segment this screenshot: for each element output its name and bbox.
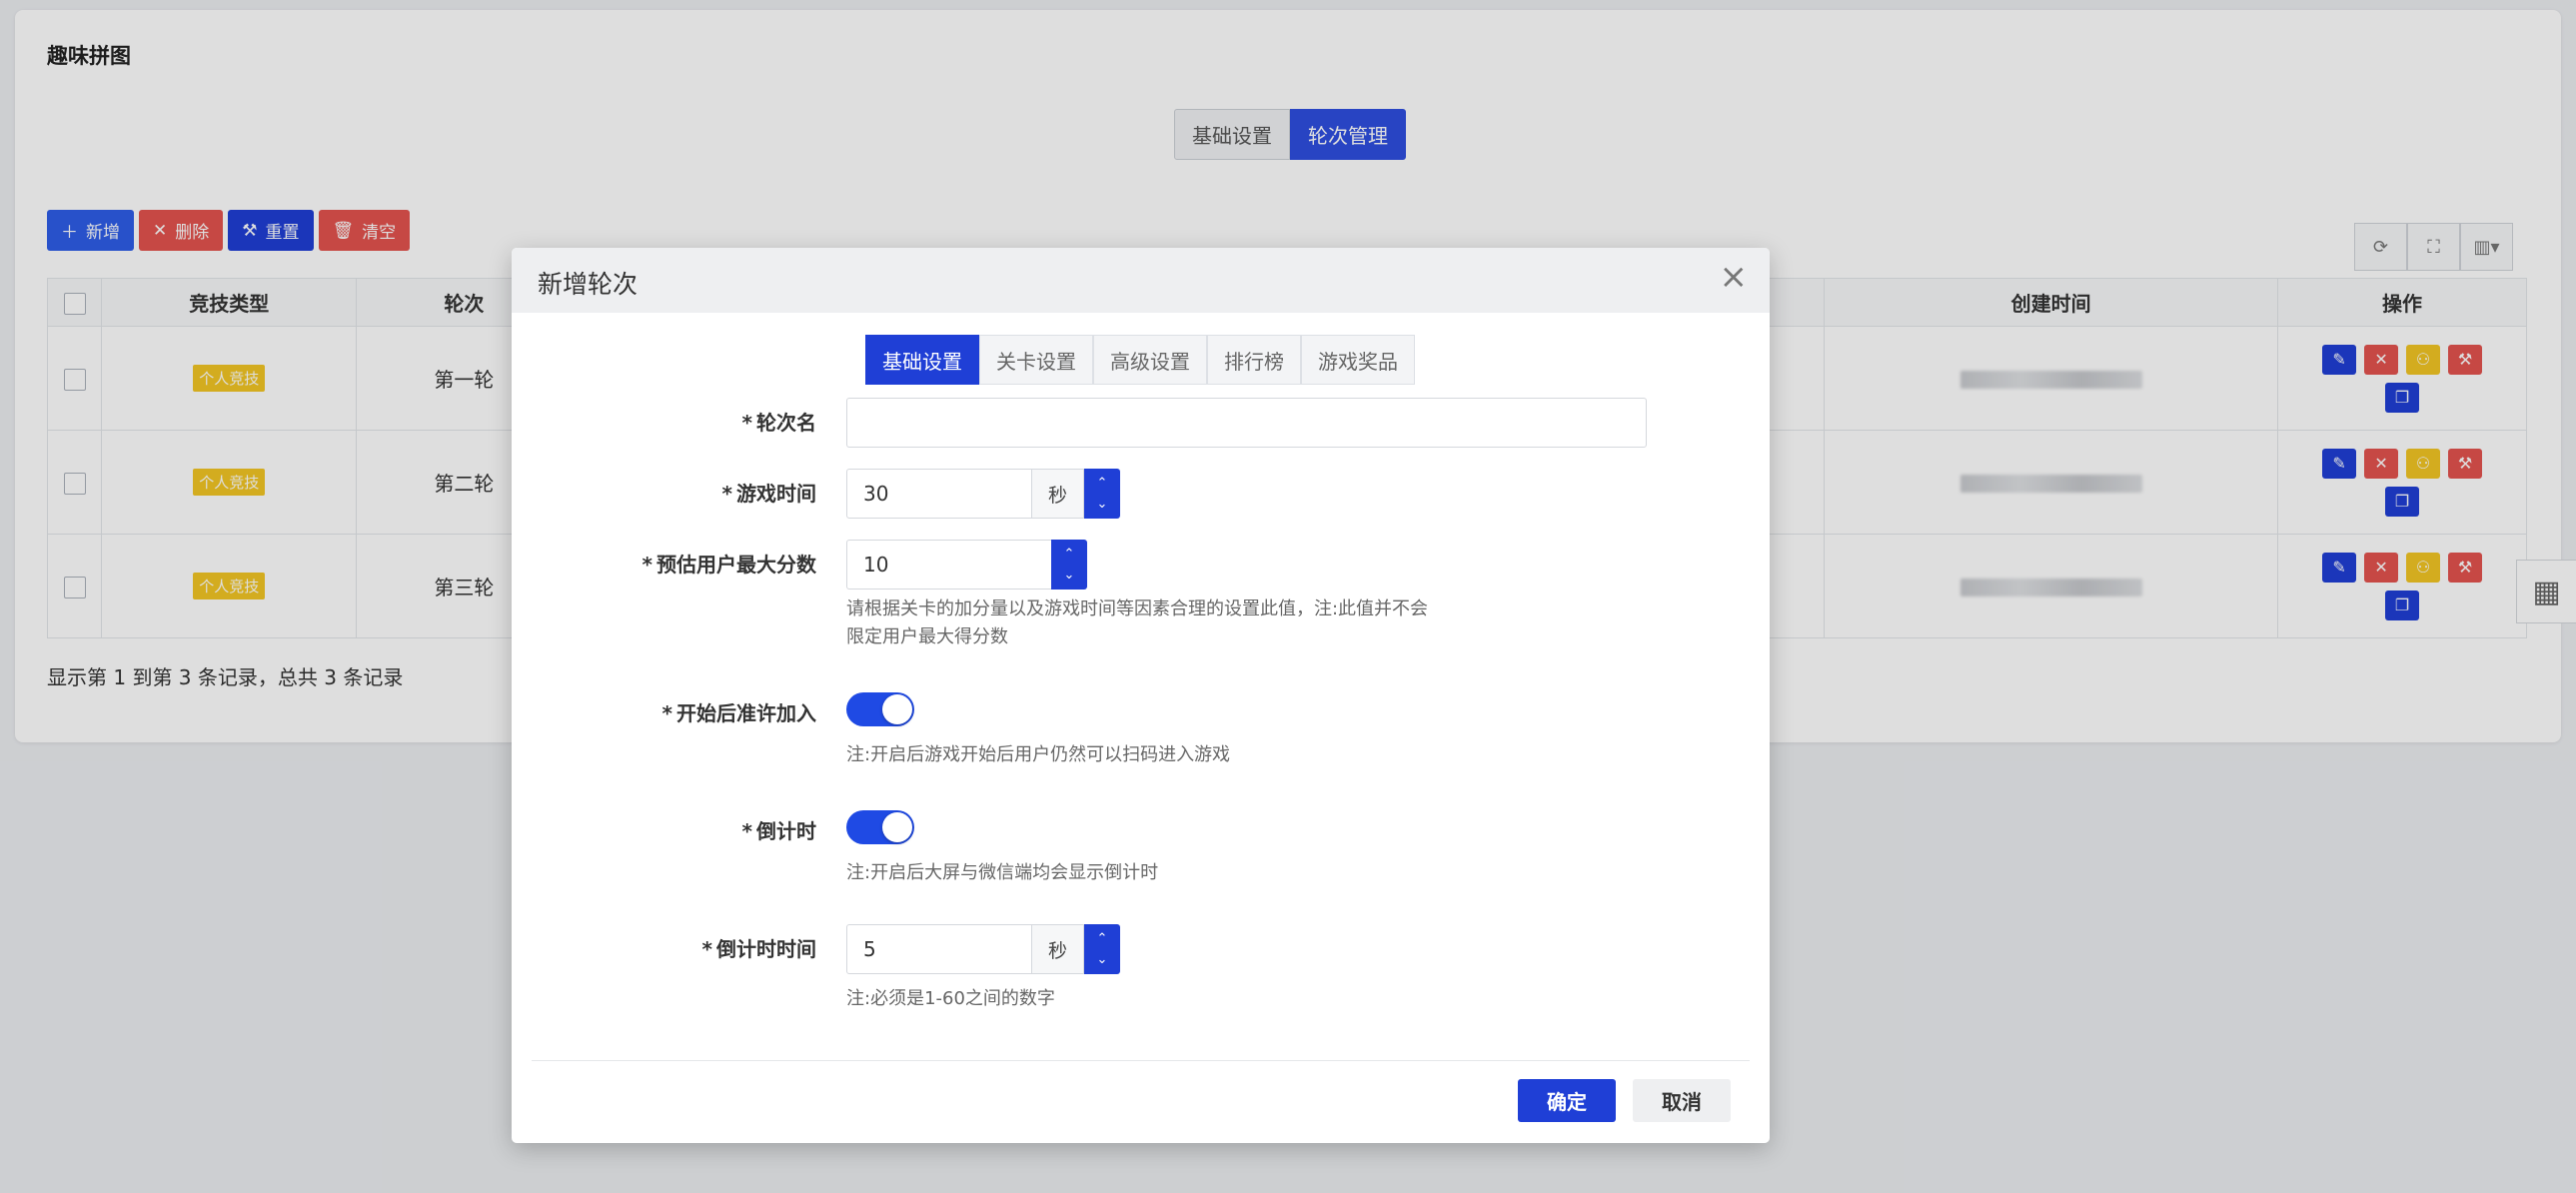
countdown-time-unit: 秒 (1031, 924, 1084, 974)
round-name-label: * 轮次名 (741, 411, 816, 435)
max-score-hint: 请根据关卡的加分量以及游戏时间等因素合理的设置此值，注:此值并不会限定用户最大得… (846, 598, 1429, 647)
countdown-label-text: 倒计时 (756, 819, 816, 843)
countdown-time-stepper[interactable]: ⌃ ⌄ (1084, 924, 1120, 974)
countdown-time-label: * 倒计时时间 (701, 937, 816, 961)
add-round-modal: 新增轮次 × 基础设置 关卡设置 高级设置 排行榜 游戏奖品 * 轮次名 * 游戏时… (512, 248, 1770, 1143)
cancel-button[interactable]: 取消 (1633, 1079, 1731, 1122)
countdown-hint: 注:开启后大屏与微信端均会显示倒计时 (846, 862, 1159, 883)
toggle-knob (882, 812, 912, 842)
tab-basic[interactable]: 基础设置 (865, 335, 979, 385)
modal-tabs: 基础设置 关卡设置 高级设置 排行榜 游戏奖品 (865, 335, 1415, 385)
tab-advanced[interactable]: 高级设置 (1093, 335, 1207, 385)
game-time-unit: 秒 (1031, 469, 1084, 519)
countdown-time-input[interactable]: 5 (846, 924, 1032, 974)
round-name-input[interactable] (846, 398, 1647, 448)
countdown-time-label-text: 倒计时时间 (716, 937, 816, 961)
game-time-stepper[interactable]: ⌃ ⌄ (1084, 469, 1120, 519)
chevron-down-icon[interactable]: ⌄ (1097, 497, 1108, 512)
game-time-label-text: 游戏时间 (736, 482, 816, 506)
footer-divider (532, 1060, 1750, 1061)
toggle-knob (882, 694, 912, 724)
countdown-toggle[interactable] (846, 810, 914, 844)
allow-join-hint: 注:开启后游戏开始后用户仍然可以扫码进入游戏 (846, 744, 1231, 765)
chevron-up-icon[interactable]: ⌃ (1097, 476, 1108, 491)
close-icon[interactable]: × (1720, 260, 1749, 294)
game-time-label: * 游戏时间 (721, 482, 816, 506)
confirm-button[interactable]: 确定 (1518, 1079, 1616, 1122)
round-name-label-text: 轮次名 (756, 411, 816, 435)
max-score-stepper[interactable]: ⌃ ⌄ (1051, 540, 1087, 590)
tab-prizes[interactable]: 游戏奖品 (1301, 335, 1415, 385)
max-score-label: * 预估用户最大分数 (642, 553, 816, 577)
max-score-input[interactable]: 10 (846, 540, 1052, 590)
game-time-input[interactable]: 30 (846, 469, 1032, 519)
chevron-down-icon[interactable]: ⌄ (1064, 568, 1075, 583)
chevron-up-icon[interactable]: ⌃ (1097, 931, 1108, 946)
max-score-label-text: 预估用户最大分数 (656, 553, 816, 577)
tab-levels[interactable]: 关卡设置 (979, 335, 1093, 385)
countdown-label: * 倒计时 (741, 819, 816, 843)
tab-leaderboard[interactable]: 排行榜 (1207, 335, 1301, 385)
chevron-down-icon[interactable]: ⌄ (1097, 952, 1108, 967)
modal-title: 新增轮次 (538, 270, 639, 299)
modal-header: 新增轮次 × (512, 248, 1770, 313)
allow-join-label: * 开始后准许加入 (661, 701, 816, 725)
countdown-time-hint: 注:必须是1-60之间的数字 (846, 988, 1055, 1009)
allow-join-toggle[interactable] (846, 692, 914, 726)
chevron-up-icon[interactable]: ⌃ (1064, 547, 1075, 562)
allow-join-label-text: 开始后准许加入 (676, 701, 816, 725)
